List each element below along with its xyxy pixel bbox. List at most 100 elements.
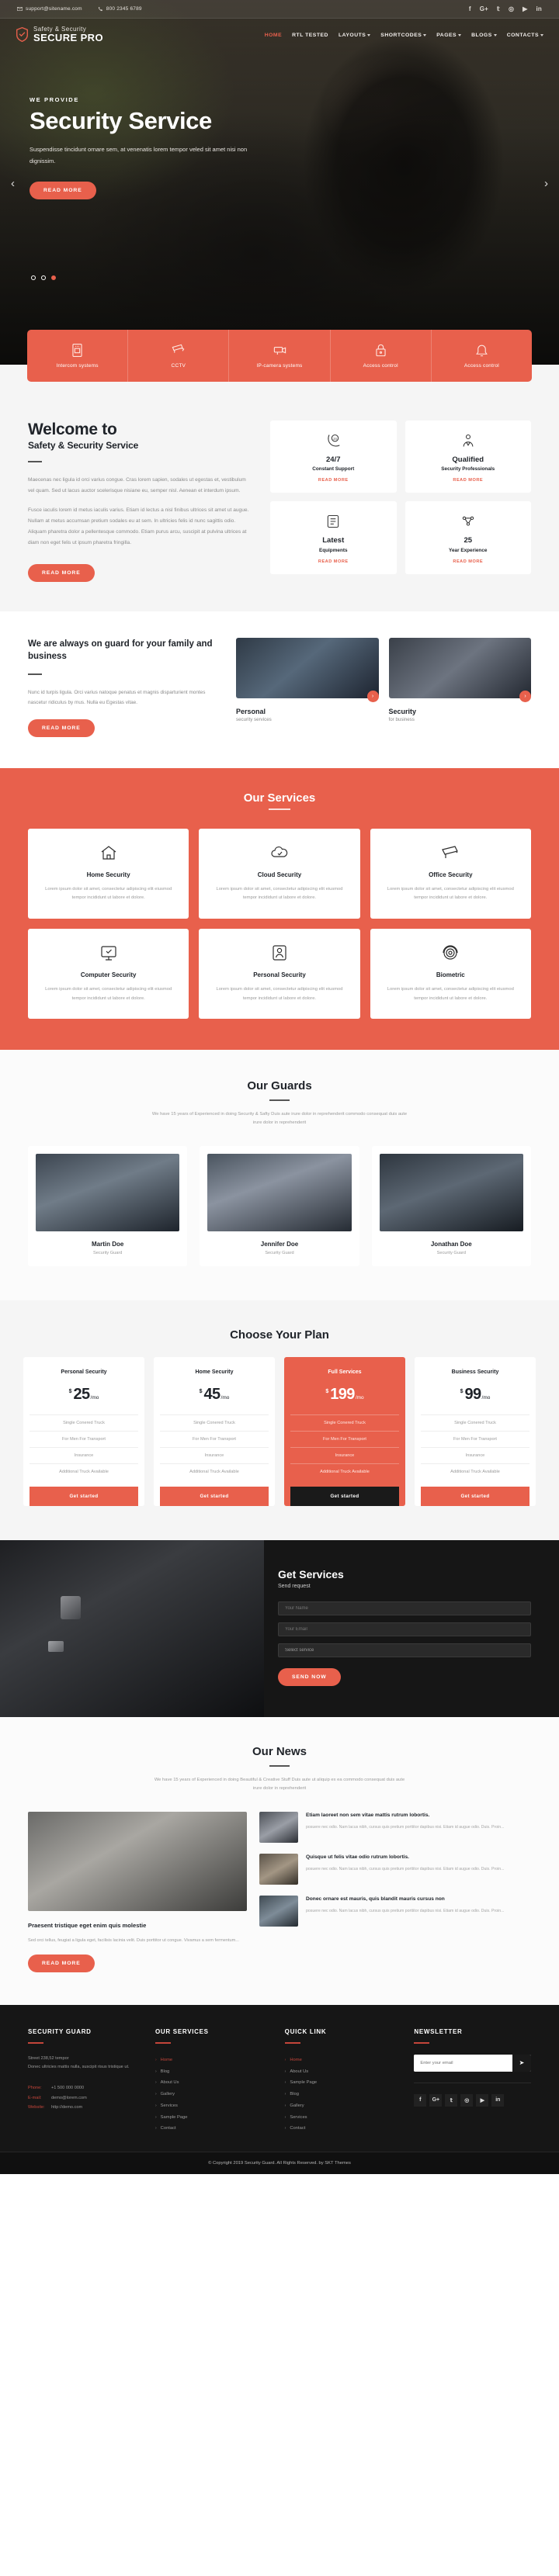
footer-website-value[interactable]: http://demo.com <box>51 2105 82 2110</box>
plan-card-personal-security[interactable]: Personal Security $ 25 /mo Single Conere… <box>23 1357 144 1507</box>
guard-card-jennifer-doe[interactable]: Jennifer Doe Security Guard <box>200 1146 359 1267</box>
service-name: Personal Security <box>253 971 306 978</box>
plan-card-full-services[interactable]: Full Services $ 199 /mo Single Conered T… <box>284 1357 405 1507</box>
feature-read-more[interactable]: READ MORE <box>276 478 391 483</box>
feature-box-equipment[interactable]: Latest Equipments READ MORE <box>270 501 397 574</box>
guard-card-martin-doe[interactable]: Martin Doe Security Guard <box>28 1146 188 1267</box>
strip-item-ip-camera[interactable]: IP-camera systems <box>229 330 331 382</box>
send-now-button[interactable]: SEND NOW <box>278 1668 341 1687</box>
instagram-icon[interactable]: ◎ <box>509 5 514 12</box>
service-select[interactable]: Select service <box>278 1643 531 1658</box>
footer-quick-link-contact[interactable]: › Contact <box>285 2123 402 2135</box>
youtube-icon[interactable]: ▶ <box>476 2093 489 2107</box>
slider-dot-1[interactable] <box>31 275 36 280</box>
nav-item-rtl-tested[interactable]: RTL TESTED <box>292 33 328 38</box>
footer-service-link-sample-page[interactable]: › Sample Page <box>155 2112 273 2124</box>
linkedin-icon[interactable]: in <box>491 2093 505 2107</box>
site-logo[interactable]: Safety & Security SECURE PRO <box>16 26 103 43</box>
news-list-item[interactable]: Quisque ut felis vitae odio rutrum lobor… <box>259 1854 531 1885</box>
plan-get-started-button[interactable]: Get started <box>421 1487 529 1507</box>
twitter-icon[interactable]: 𝕥 <box>497 5 500 12</box>
service-card-computer-security[interactable]: Computer Security Lorem ipsum dolor sit … <box>28 928 189 1020</box>
footer-quick-link-sample-page[interactable]: › Sample Page <box>285 2077 402 2089</box>
news-item-title: Donec ornare est mauris, quis blandit ma… <box>306 1896 445 1903</box>
nav-item-blogs[interactable]: BLOGS <box>471 33 497 38</box>
footer-quick-link-about-us[interactable]: › About Us <box>285 2066 402 2078</box>
slider-dot-3[interactable] <box>51 275 56 280</box>
footer-quick-link-gallery[interactable]: › Gallery <box>285 2100 402 2112</box>
plan-card-business-security[interactable]: Business Security $ 99 /mo Single Conere… <box>415 1357 536 1507</box>
youtube-icon[interactable]: ▶ <box>523 5 527 12</box>
feature-read-more[interactable]: READ MORE <box>411 559 526 564</box>
plan-get-started-button[interactable]: Get started <box>290 1487 399 1507</box>
facebook-icon[interactable]: f <box>469 5 471 12</box>
name-input[interactable] <box>278 1601 531 1616</box>
footer-quick-link-home[interactable]: › Home <box>285 2055 402 2066</box>
feature-read-more[interactable]: READ MORE <box>411 478 526 483</box>
hero-kicker: WE PROVIDE <box>30 96 79 103</box>
nav-item-contacts[interactable]: CONTACTS <box>507 33 543 38</box>
footer-service-link-services[interactable]: › Services <box>155 2100 273 2112</box>
googleplus-icon[interactable]: G+ <box>480 5 488 12</box>
strip-item-cctv[interactable]: CCTV <box>128 330 230 382</box>
instagram-icon[interactable]: ◎ <box>460 2093 474 2107</box>
card-arrow-button[interactable]: › <box>366 690 379 702</box>
nav-item-layouts[interactable]: LAYOUTS <box>339 33 371 38</box>
hero-read-more-button[interactable]: READ MORE <box>30 182 96 200</box>
card-arrow-button[interactable]: › <box>519 690 531 702</box>
guard-card-jonathan-doe[interactable]: Jonathan Doe Security Guard <box>371 1146 531 1267</box>
card-security-business[interactable]: › Security for business <box>388 637 531 737</box>
plan-get-started-button[interactable]: Get started <box>30 1487 138 1507</box>
strip-item-intercom[interactable]: Intercom systems <box>27 330 129 382</box>
nav-item-pages[interactable]: PAGES <box>436 33 462 38</box>
service-card-office-security[interactable]: Office Security Lorem ipsum dolor sit am… <box>370 828 531 919</box>
feature-box-qualified[interactable]: Qualified Security Professionals READ MO… <box>404 421 531 493</box>
feature-box-support[interactable]: 24 24/7 Constant Support READ MORE <box>270 421 397 493</box>
strip-item-alarm[interactable]: Access control <box>432 330 532 382</box>
footer-service-link-home[interactable]: › Home <box>155 2055 273 2066</box>
footer-email-value[interactable]: demo@lorem.com <box>51 2096 87 2100</box>
news-featured-post[interactable]: Praesent tristique eget enim quis molest… <box>28 1812 247 1972</box>
feature-box-experience[interactable]: 25 Year Experience READ MORE <box>404 501 531 574</box>
footer-service-link-gallery[interactable]: › Gallery <box>155 2089 273 2100</box>
service-card-home-security[interactable]: Home Security Lorem ipsum dolor sit amet… <box>28 828 189 919</box>
topbar-email[interactable]: support@sitename.com <box>17 6 82 12</box>
newsletter-email-input[interactable] <box>414 2054 513 2072</box>
service-card-personal-security[interactable]: Personal Security Lorem ipsum dolor sit … <box>199 928 360 1020</box>
newsletter-submit-button[interactable]: ➤ <box>512 2054 532 2072</box>
hero-next-arrow[interactable]: › <box>544 177 548 190</box>
service-card-biometric[interactable]: Biometric Lorem ipsum dolor sit amet, co… <box>370 928 531 1020</box>
topbar-phone[interactable]: 800 2345 6789 <box>98 6 142 12</box>
slider-dot-2[interactable] <box>41 275 46 280</box>
card-personal-security[interactable]: › Personal security services <box>236 637 379 737</box>
feature-read-more[interactable]: READ MORE <box>276 559 391 564</box>
email-input[interactable] <box>278 1622 531 1637</box>
news-item-title: Quisque ut felis vitae odio rutrum lobor… <box>306 1854 409 1861</box>
link-label: About Us <box>160 2080 179 2086</box>
news-list-item[interactable]: Etiam laoreet non sem vitae mattis rutru… <box>259 1812 531 1844</box>
footer-phone-value[interactable]: +1 500 000 0000 <box>51 2086 84 2090</box>
footer-service-link-blog[interactable]: › Blog <box>155 2066 273 2078</box>
plan-get-started-button[interactable]: Get started <box>160 1487 269 1507</box>
our-services-section: Our Services Home Security Lorem ipsum d… <box>0 767 559 1051</box>
on-guard-read-more-button[interactable]: READ MORE <box>28 718 95 737</box>
twitter-icon[interactable]: 𝕥 <box>445 2093 458 2107</box>
nav-item-home[interactable]: HOME <box>265 33 282 38</box>
plan-card-home-security[interactable]: Home Security $ 45 /mo Single Conered Tr… <box>154 1357 275 1507</box>
footer-quick-link-services[interactable]: › Services <box>285 2112 402 2124</box>
strip-item-access-control[interactable]: Access control <box>331 330 432 382</box>
googleplus-icon[interactable]: G+ <box>429 2093 443 2107</box>
footer-service-link-contact[interactable]: › Contact <box>155 2123 273 2135</box>
nav-item-shortcodes[interactable]: SHORTCODES <box>380 33 427 38</box>
footer-quick-link-blog[interactable]: › Blog <box>285 2089 402 2100</box>
linkedin-icon[interactable]: in <box>536 5 542 12</box>
service-card-cloud-security[interactable]: Cloud Security Lorem ipsum dolor sit ame… <box>199 828 360 919</box>
news-list-item[interactable]: Donec ornare est mauris, quis blandit ma… <box>259 1896 531 1927</box>
card-image <box>388 637 531 698</box>
news-read-more-button[interactable]: READ MORE <box>28 1954 95 1972</box>
footer-service-link-about-us[interactable]: › About Us <box>155 2077 273 2089</box>
hero-prev-arrow[interactable]: ‹ <box>11 177 15 190</box>
hero-title: Security Service <box>30 107 212 134</box>
welcome-read-more-button[interactable]: READ MORE <box>28 563 95 582</box>
facebook-icon[interactable]: f <box>414 2093 427 2107</box>
